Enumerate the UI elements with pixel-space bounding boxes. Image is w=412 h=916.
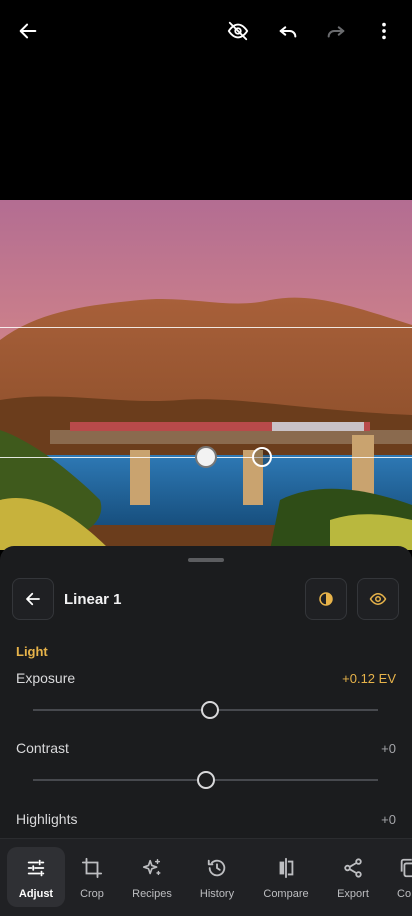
contrast-label: Contrast <box>16 740 69 756</box>
contrast-slider-thumb[interactable] <box>197 771 215 789</box>
nav-compare-label: Compare <box>263 888 309 900</box>
back-button[interactable] <box>11 14 45 48</box>
more-vertical-icon <box>382 22 386 40</box>
mask-rotation-handle[interactable] <box>252 447 272 467</box>
nav-copy[interactable]: Co <box>384 847 412 907</box>
more-options-button[interactable] <box>367 14 401 48</box>
highlights-value: +0 <box>381 812 396 827</box>
invert-mask-button[interactable] <box>305 578 347 620</box>
undo-icon <box>279 26 297 38</box>
back-arrow-icon <box>26 592 40 606</box>
nav-export-label: Export <box>337 888 369 900</box>
panel-drag-handle[interactable] <box>188 558 224 562</box>
show-mask-button[interactable] <box>357 578 399 620</box>
nav-crop-label: Crop <box>80 888 104 900</box>
contrast-icon <box>319 592 333 606</box>
top-toolbar <box>0 0 412 64</box>
exposure-slider-thumb[interactable] <box>201 701 219 719</box>
copy-icon <box>400 858 412 878</box>
panel-header: Linear 1 <box>12 578 400 622</box>
nav-history[interactable]: History <box>188 847 246 907</box>
exposure-label: Exposure <box>16 670 76 686</box>
eye-icon <box>369 592 387 606</box>
adjust-panel: Linear 1 Light Exposure +0.12 EV Contras… <box>0 546 412 846</box>
panel-back-button[interactable] <box>12 578 54 620</box>
redo-icon <box>327 26 345 38</box>
crop-icon <box>81 857 103 879</box>
nav-adjust[interactable]: Adjust <box>7 847 65 907</box>
mask-boundary-line-top[interactable] <box>0 327 412 328</box>
nav-adjust-label: Adjust <box>18 888 54 900</box>
nav-recipes-label: Recipes <box>132 888 172 900</box>
hide-mask-icon <box>227 21 249 41</box>
nav-crop[interactable]: Crop <box>63 847 121 907</box>
bottom-navigation: Adjust Crop Recipes History Compare Expo… <box>0 838 412 916</box>
history-icon <box>207 859 226 877</box>
mask-title: Linear 1 <box>64 591 122 608</box>
back-arrow-icon <box>19 23 37 39</box>
section-heading-light: Light <box>16 644 48 659</box>
photo-canvas[interactable] <box>0 200 412 550</box>
toggle-mask-visibility-button[interactable] <box>221 14 255 48</box>
nav-compare[interactable]: Compare <box>257 847 315 907</box>
share-icon <box>344 858 362 878</box>
sliders-icon <box>27 859 45 877</box>
sparkle-icon <box>142 859 161 876</box>
contrast-value: +0 <box>381 741 396 756</box>
compare-icon <box>279 857 294 879</box>
exposure-value: +0.12 EV <box>342 671 396 686</box>
redo-button[interactable] <box>319 14 353 48</box>
undo-button[interactable] <box>271 14 305 48</box>
mask-position-handle[interactable] <box>195 446 217 468</box>
highlights-label: Highlights <box>16 811 78 827</box>
nav-export[interactable]: Export <box>324 847 382 907</box>
nav-history-label: History <box>199 888 235 900</box>
landscape-image <box>0 200 412 550</box>
nav-recipes[interactable]: Recipes <box>123 847 181 907</box>
nav-copy-label: Co <box>397 888 412 900</box>
